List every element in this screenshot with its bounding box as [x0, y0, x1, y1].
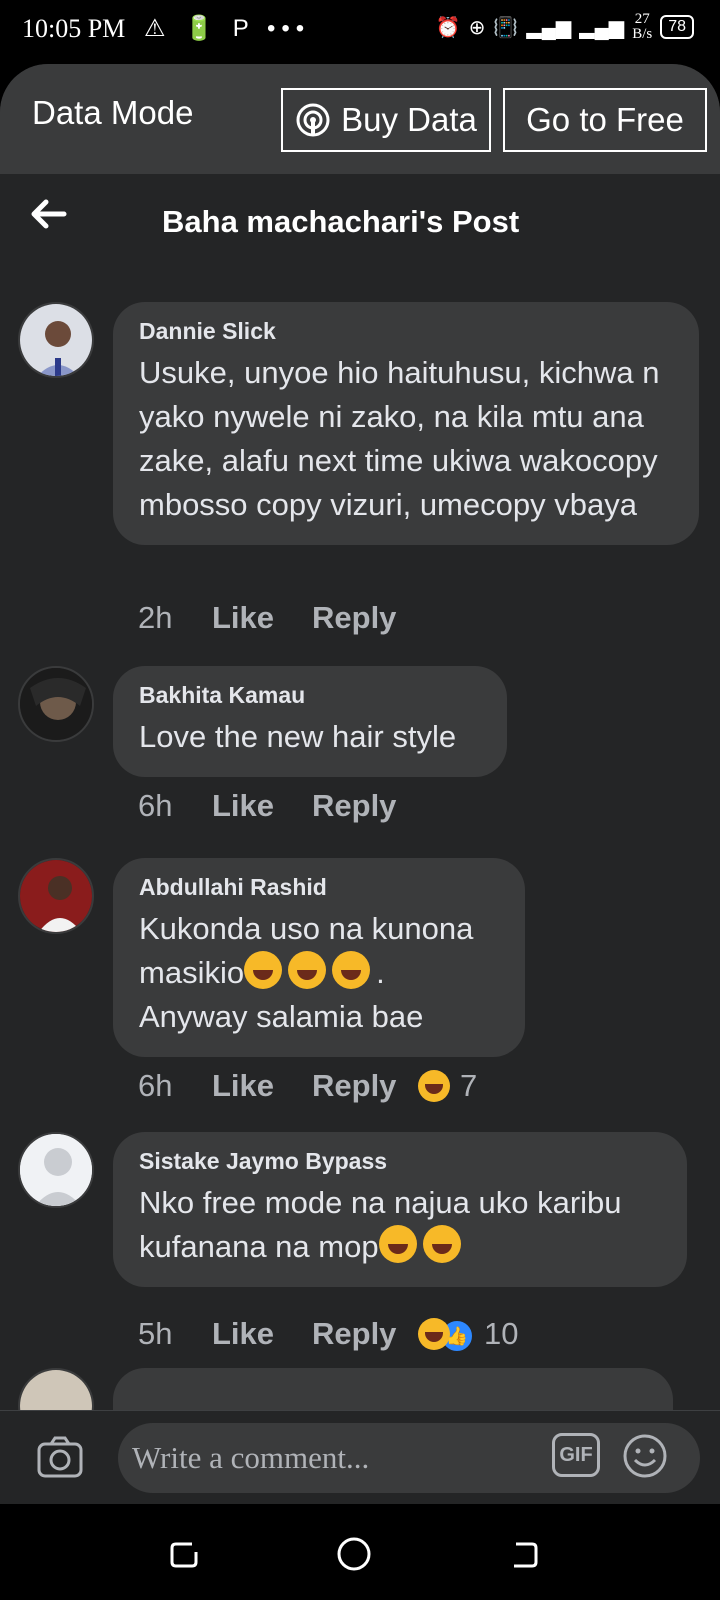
tears-of-joy-emoji-icon: [332, 951, 371, 989]
status-right: ⏰ ⊕ 📳 ▂▄▆ ▂▄▆ 27 B/s 78: [436, 12, 694, 42]
comment-line: masikio.: [139, 951, 499, 995]
comment-actions: 6h Like Reply 7: [138, 1068, 477, 1104]
like-button[interactable]: Like: [212, 1316, 312, 1352]
speed-unit: B/s: [632, 26, 653, 42]
comment-bubble[interactable]: Dannie Slick Usuke, unyoe hio haituhusu,…: [113, 302, 699, 545]
recent-apps-icon[interactable]: [164, 1534, 204, 1574]
reaction-count: 7: [460, 1068, 478, 1103]
reactions-summary[interactable]: 👍 10: [418, 1314, 518, 1353]
go-to-free-button[interactable]: Go to Free: [503, 88, 707, 152]
comment-time: 6h: [138, 788, 173, 823]
emoji-picker-icon[interactable]: [622, 1433, 668, 1479]
default-avatar-icon: [20, 1134, 92, 1206]
home-icon[interactable]: [334, 1534, 374, 1574]
comment-text: Love the new hair style: [139, 719, 457, 754]
buy-data-label: Buy Data: [341, 101, 477, 138]
comment-author[interactable]: Sistake Jaymo Bypass: [139, 1148, 661, 1175]
battery-icon: 78: [660, 15, 694, 39]
alarm-icon: ⏰: [435, 16, 461, 39]
tears-of-joy-emoji-icon: [244, 951, 283, 989]
haha-reaction-icon: [418, 1317, 450, 1350]
comment-text: Kukonda uso na kunona masikio. Anyway sa…: [139, 907, 499, 1039]
tears-of-joy-emoji-icon: [288, 951, 327, 989]
reaction-icons: 👍: [418, 1314, 474, 1353]
vibrate-icon: 📳: [493, 16, 519, 39]
system-nav-bar: [0, 1504, 720, 1600]
data-mode-label: Data Mode: [32, 94, 194, 131]
avatar[interactable]: [18, 302, 94, 378]
comment-actions: 6h Like Reply: [138, 788, 418, 824]
comment-actions: 2h Like Reply: [138, 600, 418, 636]
comment-author[interactable]: Dannie Slick: [139, 318, 673, 345]
data-saver-icon: ⊕: [468, 16, 486, 39]
go-to-free-label: Go to Free: [526, 101, 684, 138]
reactions-summary[interactable]: 7: [418, 1068, 477, 1104]
broadcast-icon: [296, 103, 330, 137]
facebook-lite-app: Data Mode Buy Data Go to Free Baha macha…: [0, 64, 720, 1504]
avatar[interactable]: [18, 666, 94, 742]
like-button[interactable]: Like: [212, 600, 312, 636]
comment-line-suffix: .: [376, 955, 385, 990]
comment-time: 2h: [138, 600, 173, 635]
reply-button[interactable]: Reply: [312, 1316, 418, 1352]
comment-input-placeholder: Write a comment...: [132, 1440, 370, 1475]
avatar-image: [20, 860, 92, 932]
camera-icon[interactable]: [36, 1433, 84, 1481]
comment-bubble[interactable]: Abdullahi Rashid Kukonda uso na kunona m…: [113, 858, 525, 1057]
back-nav-icon[interactable]: [504, 1534, 544, 1574]
data-mode-bar: Data Mode Buy Data Go to Free: [0, 64, 720, 174]
signal-icon: ▂▄▆: [526, 16, 572, 39]
comment-line: Nko free mode na najua uko karibu: [139, 1185, 622, 1220]
avatar-image: [20, 304, 92, 376]
comment-line-text: masikio: [139, 955, 245, 990]
reply-button[interactable]: Reply: [312, 1068, 418, 1104]
avatar[interactable]: [18, 1132, 94, 1208]
comment-time: 6h: [138, 1068, 173, 1103]
haha-reaction-icon: [418, 1070, 450, 1102]
comment-composer: Write a comment... GIF: [0, 1410, 720, 1504]
comment-text: Nko free mode na najua uko karibu kufana…: [139, 1181, 661, 1269]
comment-time: 5h: [138, 1315, 173, 1351]
page-title: Baha machachari's Post: [162, 204, 520, 239]
reply-button[interactable]: Reply: [312, 788, 418, 824]
comment-line: kufanana na mop: [139, 1225, 661, 1269]
comment-input[interactable]: Write a comment... GIF: [118, 1423, 700, 1493]
speed-value: 27: [634, 11, 650, 27]
like-button[interactable]: Like: [212, 1068, 312, 1104]
reaction-count: 10: [484, 1315, 519, 1351]
avatar-image: [20, 668, 92, 740]
reply-button[interactable]: Reply: [312, 600, 418, 636]
signal-2-icon: ▂▄▆: [579, 16, 625, 39]
back-arrow-icon[interactable]: [28, 194, 68, 234]
network-speed: 27 B/s: [632, 12, 652, 42]
status-time: 10:05 PM: [22, 14, 126, 43]
status-bar: 10:05 PM ⚠ 🔋 P ••• ⏰ ⊕ 📳 ▂▄▆ ▂▄▆ 27 B/s …: [0, 0, 720, 64]
comment-text: Usuke, unyoe hio haituhusu, kichwa n yak…: [139, 355, 660, 522]
avatar[interactable]: [18, 858, 94, 934]
comment-bubble[interactable]: Sistake Jaymo Bypass Nko free mode na na…: [113, 1132, 687, 1287]
like-button[interactable]: Like: [212, 788, 312, 824]
notification-icons: ⚠ 🔋 P •••: [144, 15, 311, 42]
post-header: Baha machachari's Post: [0, 174, 720, 262]
comment-line-text: kufanana na mop: [139, 1229, 379, 1264]
buy-data-button[interactable]: Buy Data: [281, 88, 491, 152]
comment-bubble[interactable]: Bakhita Kamau Love the new hair style: [113, 666, 507, 777]
comment-author[interactable]: Abdullahi Rashid: [139, 874, 499, 901]
comment-actions: 5h Like Reply 👍 10: [138, 1314, 518, 1353]
gif-button[interactable]: GIF: [552, 1433, 600, 1477]
comments-list[interactable]: Dannie Slick Usuke, unyoe hio haituhusu,…: [0, 262, 720, 1474]
comment-author[interactable]: Bakhita Kamau: [139, 682, 481, 709]
comment-line: Kukonda uso na kunona: [139, 911, 474, 946]
grinning-sweat-emoji-icon: [422, 1225, 461, 1263]
grinning-sweat-emoji-icon: [378, 1225, 417, 1263]
comment-line: Anyway salamia bae: [139, 999, 424, 1034]
